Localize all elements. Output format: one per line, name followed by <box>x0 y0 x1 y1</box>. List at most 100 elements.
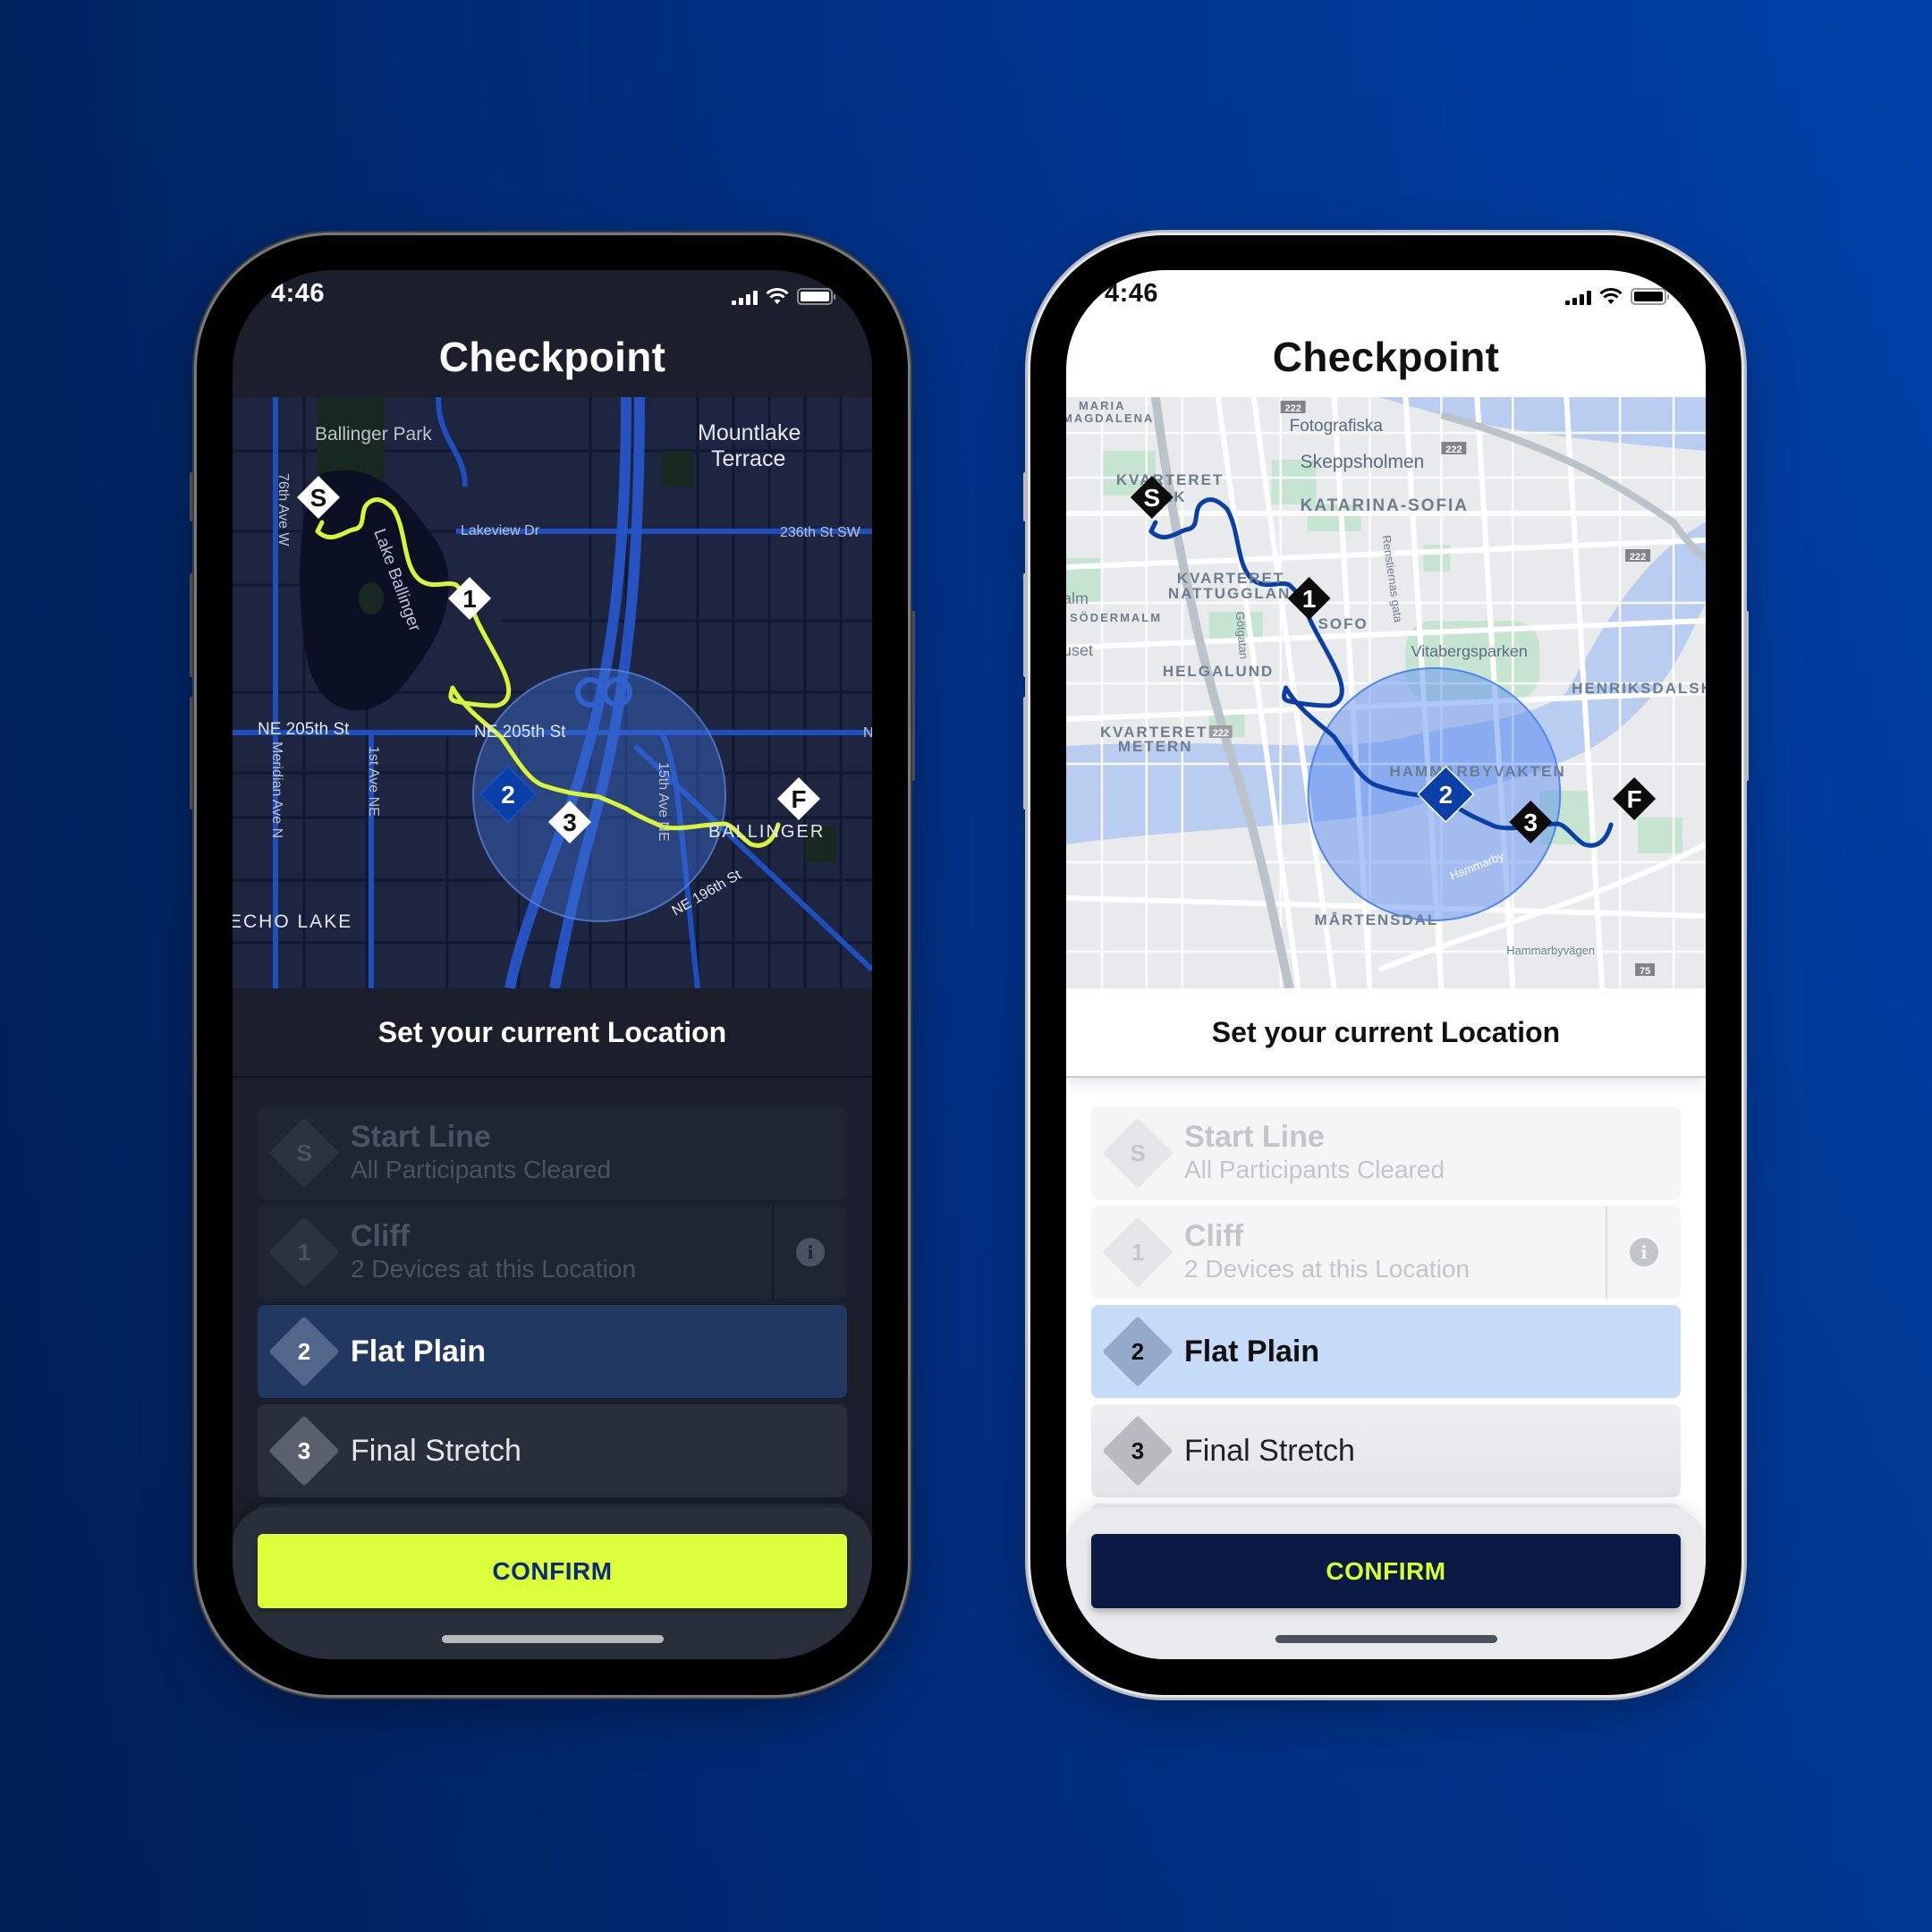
bottom-sheet: CONFIRM <box>233 1507 872 1659</box>
checkpoint-title: Flat Plain <box>351 1335 487 1368</box>
checkpoint-title: Start Line <box>351 1120 491 1154</box>
svg-text:1: 1 <box>462 585 477 613</box>
page-title: Checkpoint <box>438 334 666 380</box>
mute-switch <box>1023 472 1030 521</box>
home-indicator[interactable] <box>441 1635 664 1643</box>
power-button <box>909 611 915 781</box>
checkpoint-item-flat-plain[interactable]: 2 Flat Plain <box>258 1305 847 1398</box>
map-label: N <box>863 725 872 741</box>
checkpoint-item-cliff[interactable]: 1 Cliff 2 Devices at this Location i <box>258 1206 847 1299</box>
route-map[interactable]: Ballinger Park Mountlake Terrace 76th Av… <box>233 397 872 988</box>
map-label: BALLINGER <box>708 822 825 842</box>
phone-screen: 4:46 Checkpoint <box>233 270 872 1659</box>
checkpoint-status: All Participants Cleared <box>351 1156 612 1183</box>
route-shield: 222 <box>1625 549 1651 563</box>
volume-up-button <box>190 573 196 677</box>
info-button[interactable]: i <box>1606 1206 1681 1299</box>
svg-text:F: F <box>791 785 806 813</box>
checkpoint-title: Start Line <box>1184 1120 1325 1154</box>
route-shield: 75 <box>1635 963 1656 977</box>
volume-up-button <box>1023 573 1030 677</box>
signal-icon <box>732 291 758 305</box>
map-label: 15th Ave NE <box>656 762 671 842</box>
svg-text:F: F <box>1627 785 1642 813</box>
map-label: Vitabergsparken <box>1411 642 1527 660</box>
checkpoint-item-final-stretch[interactable]: 3 Final Stretch <box>258 1404 847 1497</box>
svg-text:S: S <box>1144 484 1161 512</box>
map-label: ECHO LAKE <box>233 911 352 932</box>
svg-text:1: 1 <box>1302 585 1317 613</box>
confirm-button[interactable]: CONFIRM <box>1091 1534 1681 1608</box>
phone-screen: 4:46 Checkpoint <box>1066 270 1706 1659</box>
svg-text:222: 222 <box>1445 445 1462 455</box>
checkpoint-item-flat-plain[interactable]: 2 Flat Plain <box>1091 1305 1681 1398</box>
signal-icon <box>1565 291 1591 305</box>
checkpoint-title: Final Stretch <box>1184 1434 1355 1468</box>
route-shield: 222 <box>1208 725 1233 739</box>
svg-text:2: 2 <box>501 781 515 809</box>
svg-text:S: S <box>310 484 327 512</box>
checkpoint-status: All Participants Cleared <box>1184 1156 1445 1183</box>
wifi-icon <box>766 288 789 304</box>
route-shield: 222 <box>1280 401 1306 414</box>
map-label: Mountlake <box>698 420 801 445</box>
checkpoint-title: Final Stretch <box>351 1434 521 1468</box>
checkpoint-item-final-stretch[interactable]: 3 Final Stretch <box>1091 1404 1681 1497</box>
map-label: HENRIKSDALSH <box>1572 680 1706 697</box>
map-label: METERN <box>1118 738 1193 755</box>
map-label: NATTUGGLAN <box>1168 585 1291 602</box>
page-title: Checkpoint <box>1272 334 1500 380</box>
map-label: MÅRTENSDAL <box>1315 911 1439 928</box>
info-icon: i <box>1630 1238 1658 1267</box>
status-bar: 4:46 <box>1066 270 1706 333</box>
phone-light-mode: 4:46 Checkpoint MARIA MAGDALENA 222 Foto… <box>1023 235 1749 1695</box>
svg-text:2: 2 <box>1439 781 1453 809</box>
map-label: 1st Ave NE <box>366 746 381 817</box>
status-time: 4:46 <box>271 279 326 308</box>
map-label: KVARTERET <box>1116 471 1224 488</box>
map-label: Meridian Ave N <box>269 741 284 838</box>
checkpoint-item-start-line[interactable]: S Start Line All Participants Cleared <box>258 1106 847 1199</box>
volume-down-button <box>1023 697 1030 809</box>
checkpoint-status: 2 Devices at this Location <box>1184 1255 1470 1283</box>
status-time: 4:46 <box>1105 279 1159 308</box>
map-label: NE 205th St <box>258 720 350 739</box>
map-label: uset <box>1066 641 1093 659</box>
info-button[interactable]: i <box>772 1206 847 1299</box>
svg-text:222: 222 <box>1630 552 1646 563</box>
checkpoint-item-cliff[interactable]: 1 Cliff 2 Devices at this Location i <box>1091 1206 1681 1299</box>
map-label: Fotografiska <box>1290 417 1384 436</box>
checkpoint-title: Flat Plain <box>1184 1335 1320 1368</box>
svg-text:222: 222 <box>1284 403 1301 414</box>
location-prompt: Set your current Location <box>233 988 872 1078</box>
map-label: alm <box>1066 589 1089 607</box>
map-label: Lakeview Dr <box>461 523 540 538</box>
power-button <box>1742 611 1749 781</box>
map-label: KATARINA-SOFIA <box>1301 496 1469 515</box>
mute-switch <box>190 472 196 521</box>
map-label: MARIA <box>1079 399 1126 412</box>
map-label: Ballinger Park <box>315 424 432 445</box>
battery-icon <box>797 288 835 305</box>
wifi-icon <box>1599 288 1623 304</box>
confirm-button[interactable]: CONFIRM <box>258 1534 847 1608</box>
map-label: Terrace <box>711 446 785 471</box>
location-prompt: Set your current Location <box>1066 988 1706 1078</box>
checkpoint-title: Cliff <box>351 1219 411 1253</box>
svg-text:3: 3 <box>563 809 577 836</box>
map-label: Skeppsholmen <box>1301 452 1425 472</box>
map-label: 236th St SW <box>780 525 861 540</box>
svg-text:75: 75 <box>1640 966 1650 977</box>
route-map[interactable]: MARIA MAGDALENA 222 Fotografiska 222 Ske… <box>1066 397 1706 988</box>
svg-text:3: 3 <box>1523 809 1538 836</box>
map-label: SOFO <box>1318 615 1368 632</box>
checkpoint-item-start-line[interactable]: S Start Line All Participants Cleared <box>1091 1106 1681 1199</box>
bottom-sheet: CONFIRM <box>1066 1507 1706 1659</box>
svg-text:222: 222 <box>1213 728 1229 739</box>
map-label: MAGDALENA <box>1066 411 1154 425</box>
home-indicator[interactable] <box>1275 1635 1497 1643</box>
volume-down-button <box>190 697 196 809</box>
map-label: Hammarbyvägen <box>1506 944 1595 957</box>
map-label: HELGALUND <box>1163 663 1274 680</box>
info-icon: i <box>796 1238 825 1267</box>
